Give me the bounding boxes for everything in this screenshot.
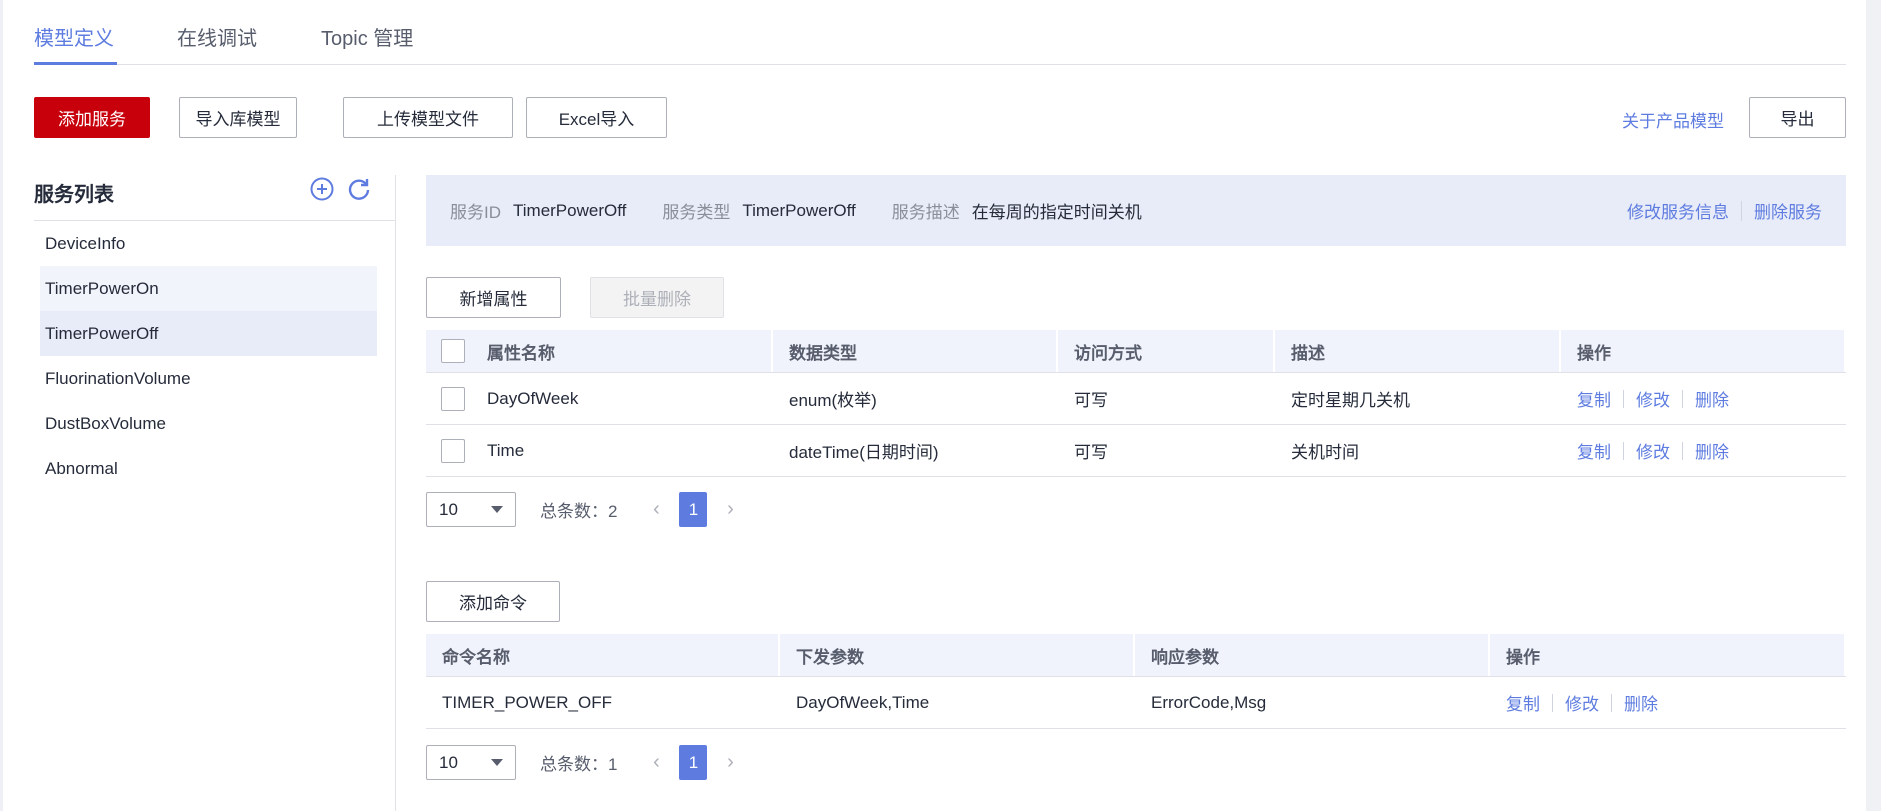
edit-link[interactable]: 修改 (1565, 690, 1599, 715)
export-button[interactable]: 导出 (1749, 97, 1846, 138)
excel-import-button[interactable]: Excel导入 (526, 97, 667, 138)
delete-link[interactable]: 删除 (1695, 386, 1729, 411)
header-command-name: 命令名称 (426, 634, 780, 676)
service-item-dustboxvolume[interactable]: DustBoxVolume (40, 401, 377, 446)
property-type: dateTime(日期时间) (789, 443, 939, 462)
total-count: 总条数：1 (540, 755, 618, 774)
properties-table: 属性名称 数据类型 访问方式 描述 操作 DayOfWeek enum(枚举) … (426, 330, 1846, 477)
batch-delete-button: 批量删除 (590, 277, 724, 318)
commands-table: 命令名称 下发参数 响应参数 操作 TIMER_POWER_OFF DayOfW… (426, 634, 1846, 729)
upload-model-file-button[interactable]: 上传模型文件 (343, 97, 513, 138)
page-size-select[interactable]: 10 (426, 492, 516, 527)
commands-pagination: 10 总条数：1 ‹ 1 › (426, 745, 741, 780)
page-button[interactable]: 1 (679, 745, 708, 780)
service-type-label: 服务类型 (662, 203, 731, 222)
property-access: 可写 (1074, 443, 1108, 462)
separator (1623, 389, 1624, 408)
service-type-value: TimerPowerOff (742, 200, 856, 220)
service-desc-value: 在每周的指定时间关机 (971, 203, 1142, 222)
header-description: 描述 (1275, 330, 1561, 372)
separator (1682, 441, 1683, 460)
page-size-select[interactable]: 10 (426, 745, 516, 780)
service-item-deviceinfo[interactable]: DeviceInfo (40, 221, 377, 266)
service-info-bar: 服务ID TimerPowerOff 服务类型 TimerPowerOff 服务… (426, 175, 1846, 246)
table-row: DayOfWeek enum(枚举) 可写 定时星期几关机 复制 修改 删除 (426, 373, 1846, 425)
service-item-abnormal[interactable]: Abnormal (40, 446, 377, 491)
header-request-params: 下发参数 (780, 634, 1135, 676)
property-desc: 关机时间 (1291, 443, 1359, 462)
properties-pagination: 10 总条数：2 ‹ 1 › (426, 492, 741, 527)
header-actions: 操作 (1561, 330, 1846, 372)
add-command-button[interactable]: 添加命令 (426, 581, 560, 622)
prev-page-icon[interactable]: ‹ (645, 751, 667, 774)
separator (1682, 389, 1683, 408)
copy-link[interactable]: 复制 (1577, 386, 1611, 411)
table-header: 命令名称 下发参数 响应参数 操作 (426, 634, 1846, 677)
edit-service-link[interactable]: 修改服务信息 (1627, 198, 1729, 223)
service-id-value: TimerPowerOff (513, 200, 627, 220)
panel-divider (395, 175, 396, 811)
service-id-label: 服务ID (450, 203, 501, 222)
command-name: TIMER_POWER_OFF (442, 692, 613, 712)
service-item-fluorinationvolume[interactable]: FluorinationVolume (40, 356, 377, 401)
about-product-model-link[interactable]: 关于产品模型 (1622, 107, 1724, 132)
tab-online-debug[interactable]: 在线调试 (177, 22, 257, 51)
edit-link[interactable]: 修改 (1636, 386, 1670, 411)
left-edge (0, 0, 3, 811)
row-checkbox[interactable] (441, 438, 465, 463)
tab-model-definition[interactable]: 模型定义 (34, 22, 114, 51)
separator (1623, 441, 1624, 460)
delete-service-link[interactable]: 删除服务 (1754, 198, 1822, 223)
property-name: Time (487, 440, 525, 460)
copy-link[interactable]: 复制 (1506, 690, 1540, 715)
select-all-checkbox[interactable] (441, 339, 465, 363)
delete-link[interactable]: 删除 (1624, 690, 1658, 715)
add-circle-icon[interactable] (309, 176, 335, 202)
copy-link[interactable]: 复制 (1577, 438, 1611, 463)
caret-down-icon (491, 506, 503, 513)
service-item-timerpoweroff[interactable]: TimerPowerOff (40, 311, 377, 356)
header-access: 访问方式 (1058, 330, 1275, 372)
caret-down-icon (491, 759, 503, 766)
tab-topic-management[interactable]: Topic 管理 (321, 22, 413, 51)
next-page-icon[interactable]: › (719, 751, 741, 774)
row-checkbox[interactable] (441, 386, 465, 411)
add-service-button[interactable]: 添加服务 (34, 97, 150, 138)
property-access: 可写 (1074, 391, 1108, 410)
command-response: ErrorCode,Msg (1151, 692, 1267, 712)
property-name: DayOfWeek (487, 388, 579, 408)
header-response-params: 响应参数 (1135, 634, 1490, 676)
table-row: Time dateTime(日期时间) 可写 关机时间 复制 修改 删除 (426, 425, 1846, 477)
next-page-icon[interactable]: › (719, 498, 741, 521)
table-row: TIMER_POWER_OFF DayOfWeek,Time ErrorCode… (426, 677, 1846, 729)
active-tab-indicator (34, 62, 117, 65)
tab-divider (34, 64, 1846, 65)
separator (1741, 200, 1742, 221)
separator (1611, 693, 1612, 712)
page-size-value: 10 (439, 499, 458, 519)
import-library-model-button[interactable]: 导入库模型 (179, 97, 297, 138)
header-actions: 操作 (1490, 634, 1846, 676)
refresh-icon[interactable] (346, 176, 372, 202)
header-property-name: 属性名称 (487, 343, 555, 363)
page-size-value: 10 (439, 752, 458, 772)
table-header: 属性名称 数据类型 访问方式 描述 操作 (426, 330, 1846, 373)
separator (1552, 693, 1553, 712)
property-type: enum(枚举) (789, 391, 877, 410)
page-button[interactable]: 1 (679, 492, 708, 527)
command-params: DayOfWeek,Time (796, 692, 930, 712)
prev-page-icon[interactable]: ‹ (645, 498, 667, 521)
service-list-title: 服务列表 (34, 184, 114, 206)
edit-link[interactable]: 修改 (1636, 438, 1670, 463)
add-property-button[interactable]: 新增属性 (426, 277, 561, 318)
property-desc: 定时星期几关机 (1291, 391, 1410, 410)
header-data-type: 数据类型 (773, 330, 1058, 372)
delete-link[interactable]: 删除 (1695, 438, 1729, 463)
total-count: 总条数：2 (540, 502, 618, 521)
service-item-timerpoweron[interactable]: TimerPowerOn (40, 266, 377, 311)
scrollbar[interactable] (1866, 0, 1881, 811)
service-desc-label: 服务描述 (891, 203, 960, 222)
